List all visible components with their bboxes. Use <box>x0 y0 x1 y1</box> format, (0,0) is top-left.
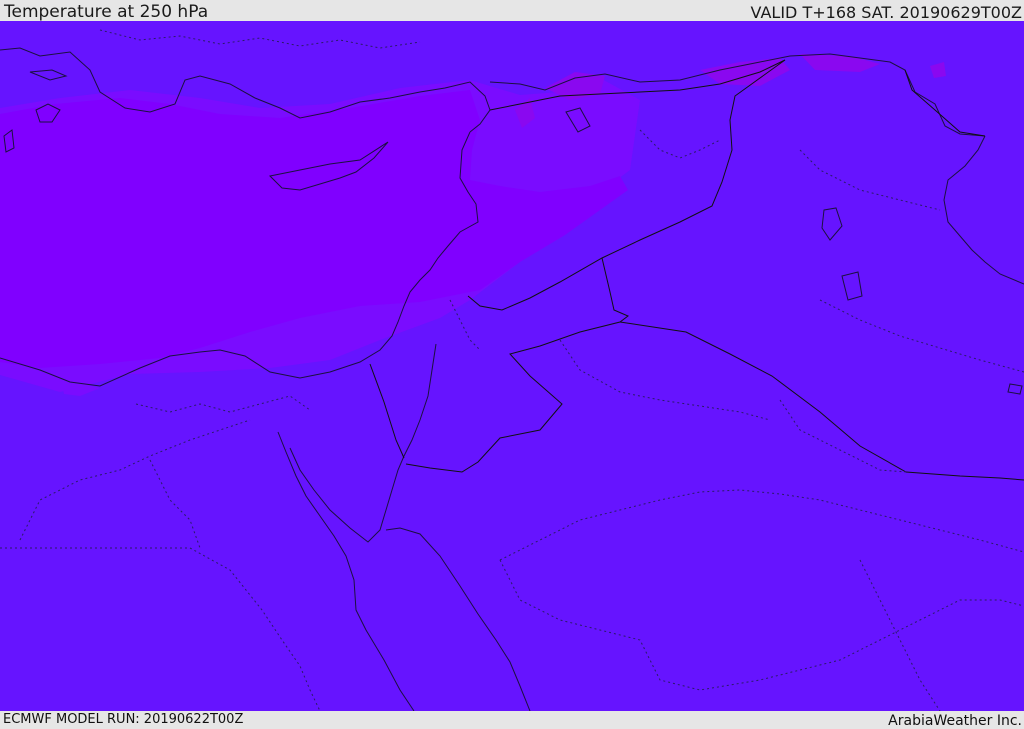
valid-time: VALID T+168 SAT. 20190629T00Z <box>750 3 1022 22</box>
weather-map <box>0 21 1024 711</box>
map-title: Temperature at 250 hPa <box>4 2 209 22</box>
footer-bar: ECMWF MODEL RUN: 20190622T00Z ArabiaWeat… <box>0 711 1024 729</box>
credit-label: ArabiaWeather Inc. <box>888 713 1022 729</box>
header-bar: Temperature at 250 hPa VALID T+168 SAT. … <box>0 0 1024 22</box>
model-run-label: ECMWF MODEL RUN: 20190622T00Z <box>3 712 244 727</box>
